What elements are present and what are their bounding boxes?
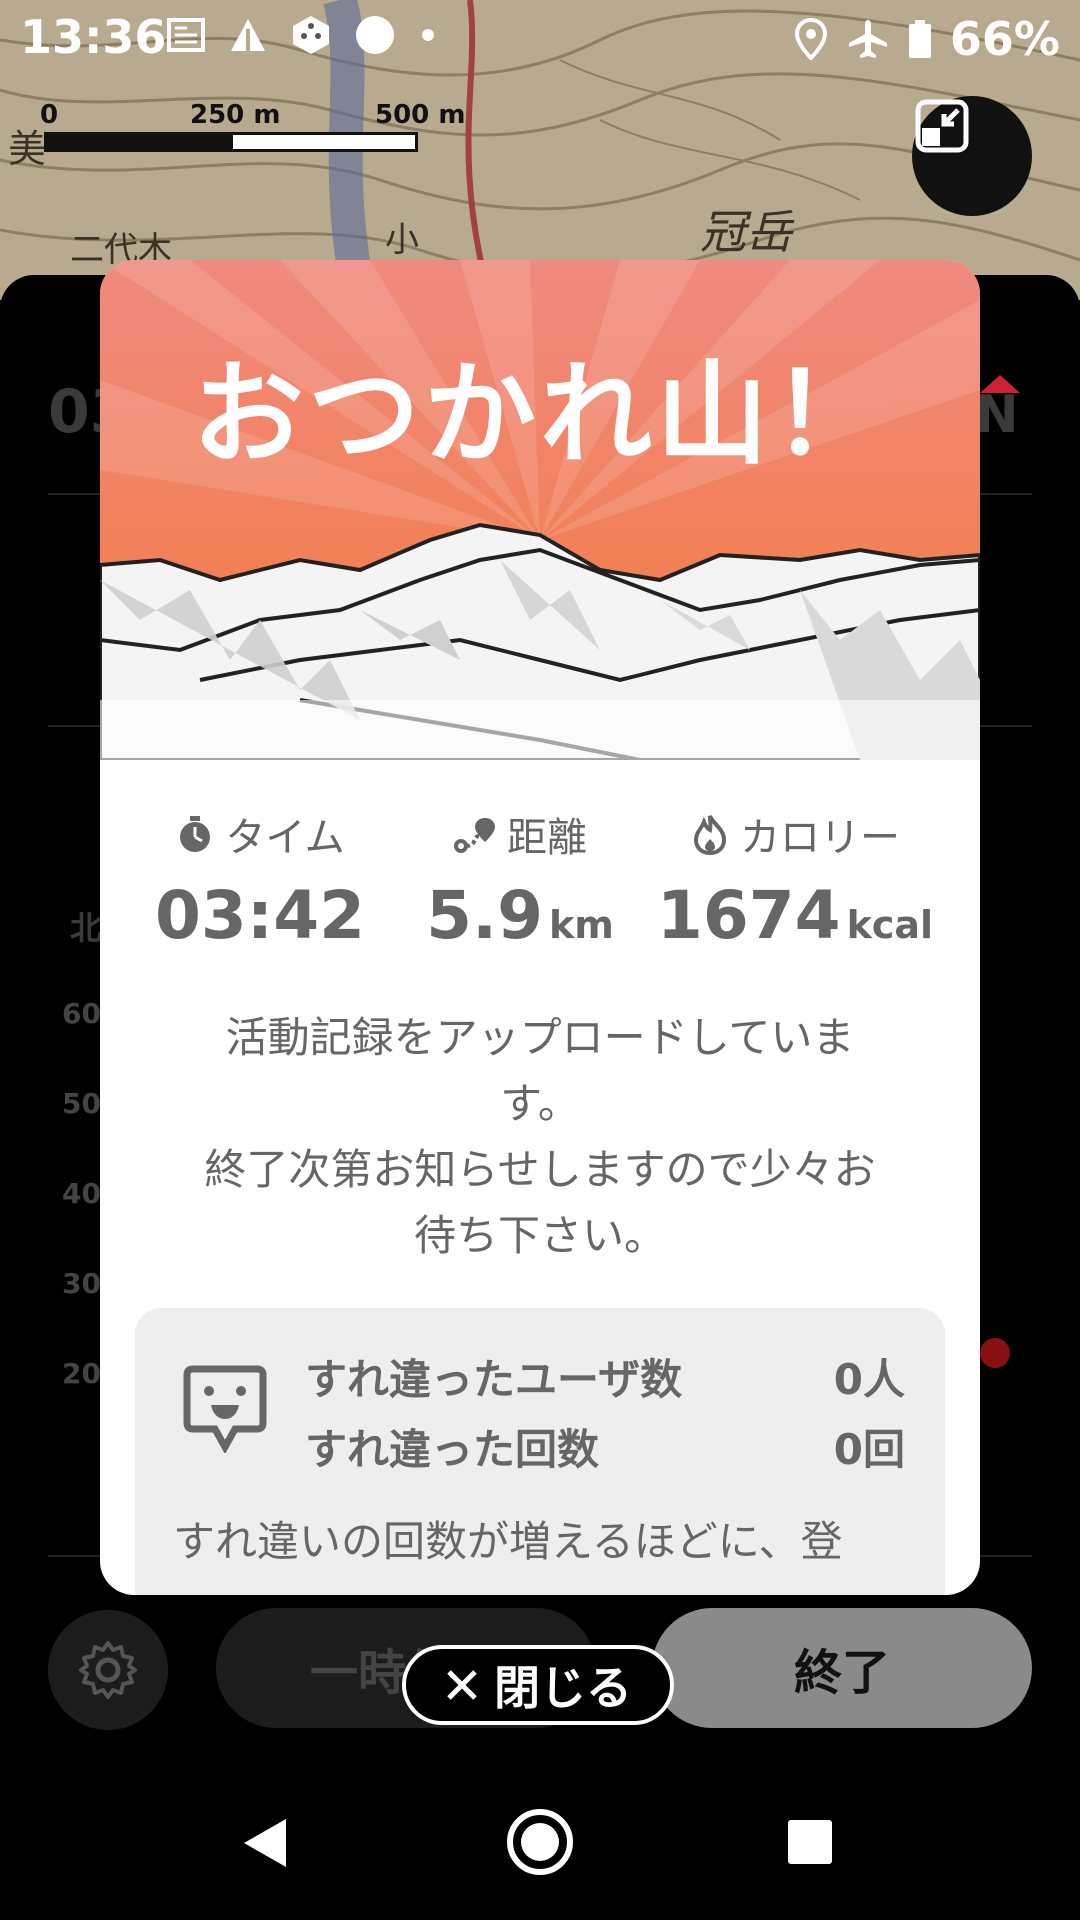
completion-dialog: おつかれ山！ タイム 03:42 距離 5.9 km カロリー 1674 kcal bbox=[100, 260, 980, 1595]
track-marker bbox=[980, 1338, 1010, 1368]
home-icon bbox=[507, 1809, 573, 1875]
news-icon bbox=[167, 18, 205, 52]
passing-note: すれ違いの回数が増えるほどに、登 bbox=[173, 1517, 843, 1566]
axis-label: 北 bbox=[70, 909, 103, 947]
system-nav-bar bbox=[0, 1775, 1080, 1920]
axis-label: 60 bbox=[62, 997, 101, 1030]
stat-calories-label: カロリー bbox=[740, 815, 900, 861]
flame-icon bbox=[693, 815, 727, 855]
stat-calories: カロリー 1674 kcal bbox=[650, 805, 940, 954]
upload-message-line: 終了次第お知らせしますので少々お bbox=[204, 1145, 876, 1194]
upload-message-line: 活動記録をアップロードしていま bbox=[225, 1013, 855, 1062]
stat-distance-unit: km bbox=[549, 903, 614, 947]
axis-label: 50 bbox=[62, 1087, 101, 1120]
home-button[interactable] bbox=[505, 1807, 575, 1881]
passing-users-label: すれ違ったユーザ数 bbox=[305, 1355, 683, 1404]
close-icon bbox=[447, 1670, 477, 1700]
passing-count-value: 0回 bbox=[833, 1425, 905, 1474]
axis-label: 30 bbox=[62, 1267, 101, 1300]
stat-calories-value: 1674 bbox=[656, 877, 841, 954]
axis-label: 20 bbox=[62, 1357, 101, 1390]
stat-time: タイム 03:42 bbox=[150, 805, 370, 954]
gear-icon bbox=[79, 1641, 137, 1699]
stat-distance: 距離 5.9 km bbox=[410, 805, 630, 954]
passing-face-icon bbox=[183, 1365, 267, 1453]
expand-map-button[interactable] bbox=[912, 96, 1032, 216]
scale-label: 0 bbox=[40, 100, 59, 130]
recents-icon bbox=[788, 1820, 832, 1864]
scale-label: 250 m bbox=[190, 100, 281, 130]
passing-count-row: すれ違った回数 0回 bbox=[305, 1416, 905, 1477]
close-button-label: 閉じる bbox=[494, 1661, 632, 1715]
stat-distance-label: 距離 bbox=[507, 815, 587, 861]
status-bar: 13:36 66% bbox=[0, 0, 1080, 80]
battery-percent: 66% bbox=[949, 12, 1060, 66]
triangle-app-icon bbox=[231, 19, 265, 51]
battery-icon bbox=[908, 20, 931, 58]
end-button[interactable]: 終了 bbox=[652, 1608, 1032, 1728]
hero-banner: おつかれ山！ bbox=[100, 260, 980, 762]
upload-message-line: 待ち下さい。 bbox=[413, 1211, 666, 1260]
stopwatch-icon bbox=[180, 816, 211, 852]
brand-mark-icon bbox=[980, 375, 1020, 393]
stat-time-value: 03:42 bbox=[154, 877, 366, 954]
dice-app-icon bbox=[293, 16, 329, 54]
dot-icon bbox=[422, 29, 434, 41]
upload-message-line: す。 bbox=[500, 1079, 580, 1128]
location-icon bbox=[794, 18, 827, 60]
circle-icon bbox=[356, 16, 394, 54]
upload-message: 活動記録をアップロードしていま す。 終了次第お知らせしますので少々お 待ち下さ… bbox=[140, 1005, 940, 1269]
settings-button[interactable] bbox=[48, 1610, 168, 1730]
status-time: 13:36 bbox=[20, 10, 167, 64]
recents-button[interactable] bbox=[785, 1817, 835, 1871]
back-icon bbox=[244, 1819, 286, 1867]
close-button[interactable]: 閉じる bbox=[402, 1645, 674, 1725]
stat-calories-unit: kcal bbox=[846, 903, 934, 947]
scale-label: 500 m bbox=[375, 100, 466, 130]
map-scale-bar bbox=[44, 132, 418, 152]
passing-users-row: すれ違ったユーザ数 0人 bbox=[305, 1346, 905, 1407]
axis-label: 40 bbox=[62, 1177, 101, 1210]
passing-count-label: すれ違った回数 bbox=[305, 1425, 600, 1474]
passing-stats-box: すれ違ったユーザ数 0人 すれ違った回数 0回 すれ違いの回数が増えるほどに、登 bbox=[135, 1308, 945, 1595]
passing-users-value: 0人 bbox=[833, 1355, 905, 1404]
stat-time-label: タイム bbox=[225, 815, 345, 861]
map-label: 冠岳 bbox=[700, 205, 792, 259]
airplane-mode-icon bbox=[848, 20, 887, 58]
expand-icon bbox=[915, 99, 969, 153]
stat-distance-value: 5.9 bbox=[426, 877, 544, 954]
dialog-title: おつかれ山！ bbox=[192, 350, 888, 480]
brand-badge-partial: N bbox=[975, 385, 1019, 445]
route-icon bbox=[454, 818, 495, 853]
map-label: 小 bbox=[385, 220, 419, 260]
back-button[interactable] bbox=[240, 1815, 290, 1875]
